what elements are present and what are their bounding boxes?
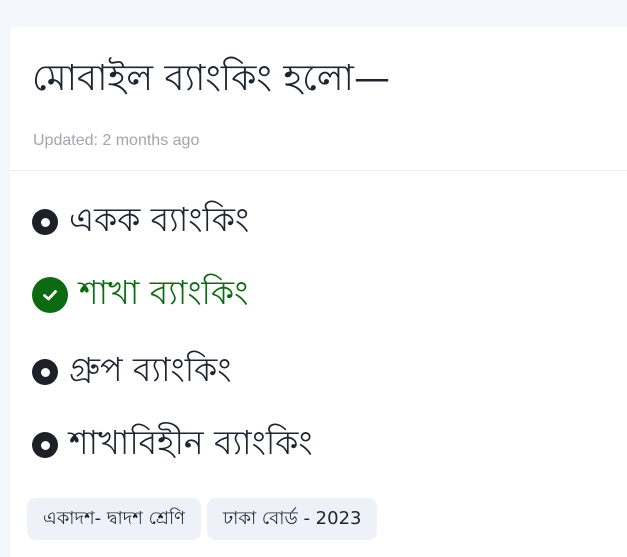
question-card: মোবাইল ব্যাংকিং হলো— Updated: 2 months a… (10, 27, 627, 557)
divider (10, 170, 627, 171)
tag-board[interactable]: ঢাকা বোর্ড - 2023 (207, 498, 378, 540)
tag-class[interactable]: একাদশ- দ্বাদশ শ্রেণি (27, 498, 201, 540)
check-circle-icon (32, 277, 68, 313)
question-title: মোবাইল ব্যাংকিং হলো— (32, 58, 390, 99)
option-label: একক ব্যাংকিং (69, 200, 250, 239)
option-label: শাখা ব্যাংকিং (79, 273, 249, 312)
option-label: গ্রুপ ব্যাংকিং (69, 350, 232, 389)
option-2-correct[interactable]: শাখা ব্যাংকিং (32, 270, 248, 320)
bullet-icon (32, 359, 58, 385)
tag-list: একাদশ- দ্বাদশ শ্রেণি ঢাকা বোর্ড - 2023 (27, 498, 378, 540)
option-label: শাখাবিহীন ব্যাংকিং (69, 423, 313, 462)
option-1[interactable]: একক ব্যাংকিং (32, 197, 249, 247)
bullet-icon (32, 432, 58, 458)
option-4[interactable]: শাখাবিহীন ব্যাংকিং (32, 420, 313, 470)
updated-timestamp: Updated: 2 months ago (33, 132, 200, 149)
bullet-icon (32, 209, 58, 235)
option-3[interactable]: গ্রুপ ব্যাংকিং (32, 347, 231, 397)
